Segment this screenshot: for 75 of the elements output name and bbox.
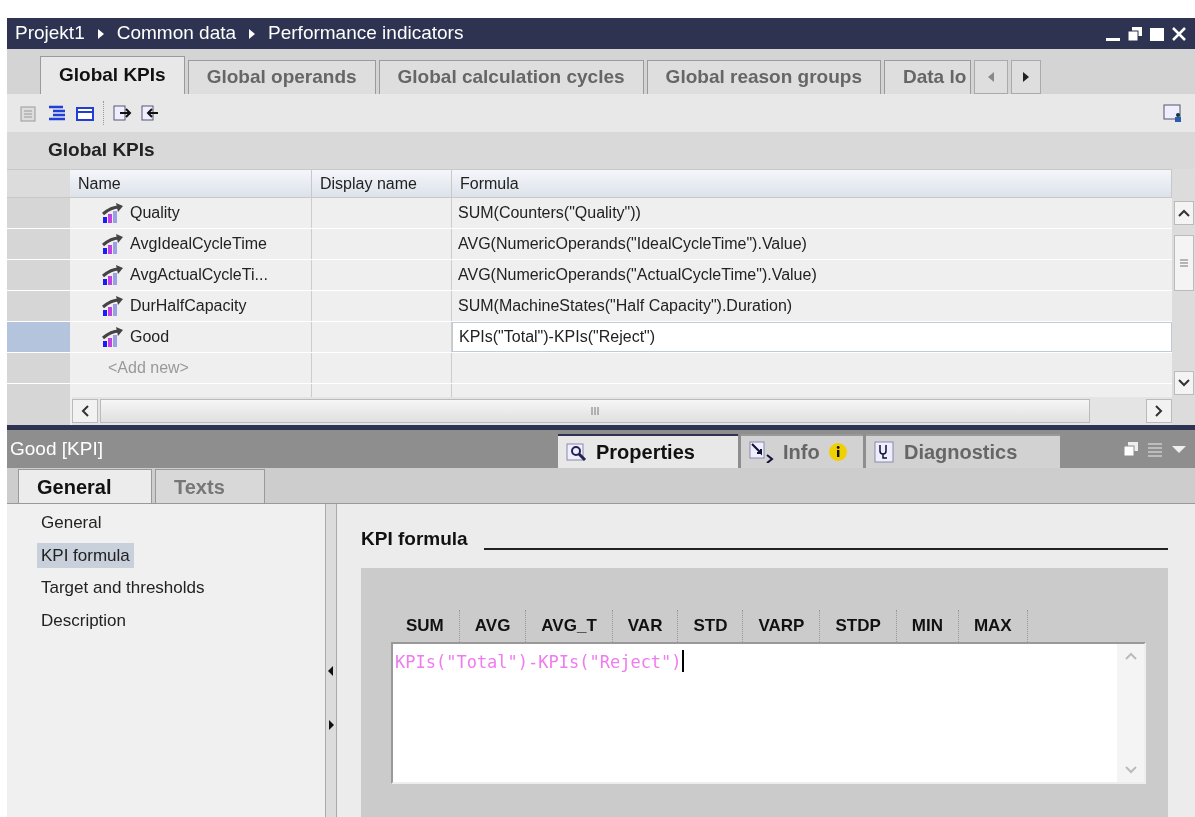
subtab[interactable]: General xyxy=(18,469,152,503)
function-button[interactable]: SUM xyxy=(391,609,460,642)
stethoscope-icon xyxy=(873,441,896,463)
close-icon[interactable] xyxy=(1171,25,1187,42)
tab[interactable]: Data lo xyxy=(884,60,972,94)
grip-icon[interactable] xyxy=(1178,259,1189,267)
section-title: Global KPIs xyxy=(48,138,155,163)
table-cell-text: SUM(MachineStates("Half Capacity").Duration) xyxy=(457,296,794,316)
function-button[interactable]: AVG_T xyxy=(526,609,613,642)
table-cell-text: SUM(Counters("Quality")) xyxy=(457,203,642,223)
kpi-chart-icon xyxy=(102,296,124,316)
tab[interactable]: Global reason groups xyxy=(646,60,881,94)
tab[interactable]: Global KPIs xyxy=(40,56,185,94)
table-cell-text: Good xyxy=(130,327,170,347)
function-button[interactable]: STD xyxy=(678,609,744,642)
kpi-chart-icon xyxy=(102,234,124,254)
list-icon[interactable] xyxy=(1147,441,1163,457)
nav-item[interactable]: KPI formula xyxy=(37,542,134,568)
caret-left-icon[interactable] xyxy=(987,72,996,82)
info-badge-icon xyxy=(827,442,848,462)
scroll-up-icon[interactable] xyxy=(1177,209,1190,217)
function-button[interactable]: AVG xyxy=(459,609,527,642)
breadcrumb-item[interactable]: Performance indicators xyxy=(268,19,464,48)
function-button[interactable]: MAX xyxy=(958,609,1028,642)
table-cell-text: Quality xyxy=(130,203,180,223)
horizontal-scrollbar[interactable] xyxy=(72,397,1172,425)
tab[interactable]: Global calculation cycles xyxy=(378,60,644,94)
kpi-chart-icon xyxy=(102,327,124,347)
nav-item[interactable]: Target and thresholds xyxy=(37,575,209,601)
expand-tree-icon[interactable] xyxy=(47,103,67,123)
function-button[interactable]: MIN xyxy=(896,609,959,642)
vertical-scrollbar[interactable] xyxy=(1172,169,1195,425)
export-icon[interactable] xyxy=(112,103,132,123)
caret-right-icon[interactable] xyxy=(1022,72,1031,82)
table-cell-text: AVG(NumericOperands("ActualCycleTime").Value) xyxy=(457,265,818,285)
table-cell-text: AVG(NumericOperands("IdealCycleTime").Value) xyxy=(457,234,808,254)
chevron-right-icon xyxy=(96,28,105,39)
inspector-tab[interactable]: Properties xyxy=(557,434,738,468)
inspector-title: Good [KPI] xyxy=(9,436,103,461)
formula-text: KPIs("Total")-KPIs("Reject") xyxy=(395,650,682,674)
column-header[interactable]: Display name xyxy=(312,170,452,197)
user-settings-icon[interactable] xyxy=(1163,103,1183,123)
inspector-tab[interactable]: Info xyxy=(740,434,863,468)
table-cell: KPIs("Total")-KPIs("Reject") xyxy=(452,322,1172,352)
info-icon xyxy=(748,441,775,463)
table-cell-text: AvgIdealCycleTime xyxy=(130,234,267,254)
nav-item[interactable]: General xyxy=(37,510,106,536)
collapse-left-icon[interactable] xyxy=(328,666,334,676)
add-object-icon[interactable] xyxy=(19,103,39,123)
table-cell-text: AvgActualCycleTi... xyxy=(130,265,268,285)
function-button[interactable]: VARP xyxy=(743,609,821,642)
scroll-left-icon[interactable] xyxy=(81,405,89,417)
inspector-tab[interactable]: Diagnostics xyxy=(865,434,1060,468)
breadcrumb-item[interactable]: Common data xyxy=(116,19,237,48)
collapse-right-icon[interactable] xyxy=(329,720,335,730)
section-title: KPI formula xyxy=(361,527,468,551)
scroll-right-button[interactable] xyxy=(1011,60,1042,94)
nav-item[interactable]: Description xyxy=(37,607,131,633)
table-cell-text: DurHalfCapacity xyxy=(130,296,247,316)
import-icon[interactable] xyxy=(140,103,160,123)
chevron-right-icon xyxy=(248,28,257,39)
grip-icon[interactable] xyxy=(590,406,600,416)
tab[interactable]: Global operands xyxy=(187,60,376,94)
maximize-icon[interactable] xyxy=(1149,25,1165,42)
breadcrumb-item[interactable]: Projekt1 xyxy=(15,19,85,48)
scroll-right-icon[interactable] xyxy=(1155,405,1163,417)
kpi-chart-icon xyxy=(102,203,124,223)
scroll-down-icon[interactable] xyxy=(1177,379,1190,387)
function-button[interactable]: VAR xyxy=(612,609,679,642)
column-header[interactable]: Name xyxy=(70,170,312,197)
function-button[interactable]: STDP xyxy=(820,609,897,642)
restore-icon[interactable] xyxy=(1127,25,1143,42)
magnifier-icon xyxy=(565,442,588,462)
float-window-icon[interactable] xyxy=(1123,441,1139,457)
kpi-chart-icon xyxy=(102,265,124,285)
